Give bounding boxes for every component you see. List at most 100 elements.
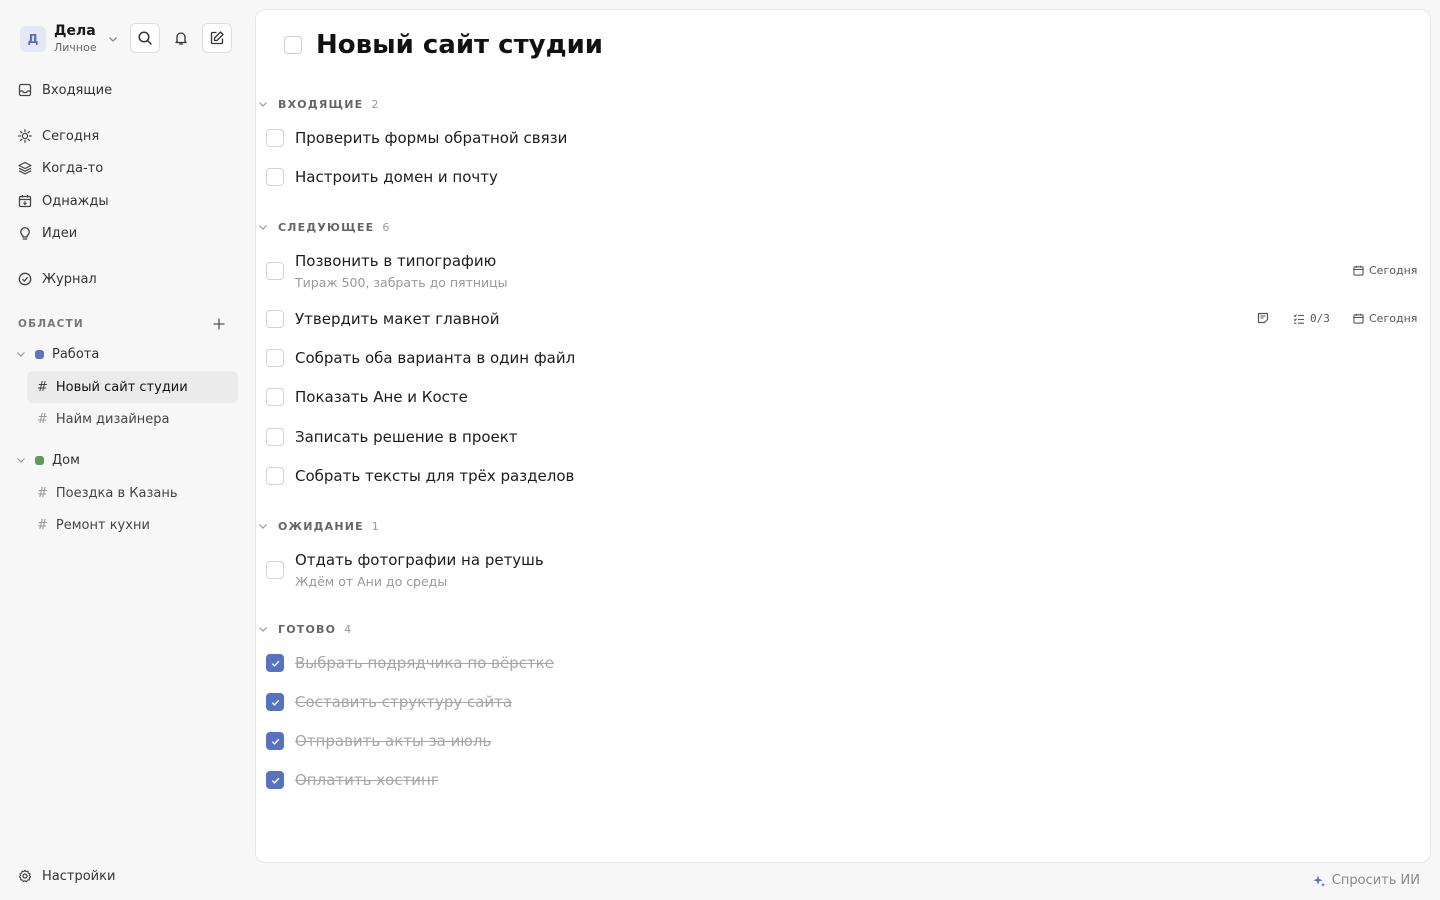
task-title: Отправить акты за июль <box>295 732 492 750</box>
area-color-dot <box>35 349 44 359</box>
nav-today[interactable]: Сегодня <box>18 125 99 147</box>
plus-icon <box>213 318 225 330</box>
hash-icon: # <box>37 517 48 533</box>
checkmark-icon <box>270 736 281 747</box>
project-new-studio-site[interactable]: # Новый сайт студии <box>27 371 238 403</box>
group-count: 6 <box>382 220 390 234</box>
task-row[interactable]: Настроить домен и почту <box>266 168 1422 187</box>
inbox-icon <box>18 82 34 98</box>
checkmark-icon <box>270 775 281 786</box>
project-kazan-trip[interactable]: # Поездка в Казань <box>27 477 238 509</box>
areas-section-label: ОБЛАСТИ <box>18 318 84 330</box>
page-title-row: Новый сайт студии <box>284 30 603 60</box>
notifications-button[interactable] <box>166 23 196 53</box>
nav-once[interactable]: Однажды <box>18 190 109 212</box>
task-checkbox[interactable] <box>266 129 284 147</box>
group-name: СЛЕДУЮЩЕЕ <box>278 220 375 234</box>
nav-settings-label: Настройки <box>42 868 116 884</box>
group-header-waiting[interactable]: ОЖИДАНИЕ 1 <box>258 518 379 534</box>
task-title: Выбрать подрядчика по вёрстке <box>295 654 554 672</box>
task-checkbox[interactable] <box>266 388 284 406</box>
due-date-badge[interactable]: Сегодня <box>1353 264 1417 277</box>
task-checkbox[interactable] <box>266 168 284 186</box>
task-title: Оплатить хостинг <box>295 771 439 789</box>
hash-icon: # <box>37 485 48 501</box>
page-title: Новый сайт студии <box>316 30 604 60</box>
chevron-down-icon <box>107 33 119 45</box>
workspace-switcher[interactable]: Д Дела Личное <box>20 24 119 53</box>
ask-ai-label: Спросить ИИ <box>1331 873 1420 888</box>
sun-icon <box>18 128 34 144</box>
nav-settings[interactable]: Настройки <box>18 865 115 887</box>
chevron-down-icon <box>16 349 28 359</box>
task-checkbox[interactable] <box>266 693 284 711</box>
group-count: 2 <box>371 97 379 111</box>
task-row[interactable]: Записать решение в проект <box>266 428 1422 447</box>
project-view: Новый сайт студии ВХОДЯЩИЕ 2 Проверить ф… <box>255 9 1431 863</box>
workspace-avatar: Д <box>20 25 46 52</box>
task-row[interactable]: Собрать тексты для трёх разделов <box>266 467 1422 486</box>
task-note: Ждём от Ани до среды <box>295 574 448 589</box>
task-checkbox[interactable] <box>266 310 284 328</box>
task-checkbox[interactable] <box>266 262 284 280</box>
task-row[interactable]: Оплатить хостинг <box>266 771 1422 790</box>
group-header-next[interactable]: СЛЕДУЮЩЕЕ 6 <box>258 219 389 235</box>
calendar-icon <box>1353 313 1364 324</box>
task-row[interactable]: Показать Ане и Косте <box>266 388 1422 407</box>
nav-today-label: Сегодня <box>42 128 100 144</box>
area-home[interactable]: Дом <box>16 450 80 470</box>
nav-once-label: Однажды <box>42 193 109 209</box>
nav-inbox[interactable]: Входящие <box>18 79 112 101</box>
project-kitchen-renovation[interactable]: # Ремонт кухни <box>27 509 238 541</box>
task-row[interactable]: Утвердить макет главной <box>266 310 1422 329</box>
task-title: Настроить домен и почту <box>295 168 498 186</box>
checkmark-icon <box>270 658 281 669</box>
task-checkbox[interactable] <box>266 732 284 750</box>
task-row[interactable]: Проверить формы обратной связи <box>266 129 1422 148</box>
group-name: ОЖИДАНИЕ <box>278 519 364 533</box>
task-title: Записать решение в проект <box>295 428 518 446</box>
nav-ideas[interactable]: Идеи <box>18 222 77 244</box>
area-work[interactable]: Работа <box>16 344 99 364</box>
project-label: Ремонт кухни <box>55 517 150 533</box>
nav-journal[interactable]: Журнал <box>18 268 97 290</box>
task-row[interactable]: Составить структуру сайта <box>266 693 1422 712</box>
ask-ai-button[interactable]: Спросить ИИ <box>1312 873 1420 888</box>
project-label: Новый сайт студии <box>55 379 188 395</box>
task-checkbox[interactable] <box>266 561 284 579</box>
due-date-badge[interactable]: Сегодня <box>1353 312 1417 325</box>
search-button[interactable] <box>130 23 160 53</box>
task-row[interactable]: Выбрать подрядчика по вёрстке <box>266 654 1422 673</box>
add-area-button[interactable] <box>211 316 227 332</box>
project-complete-checkbox[interactable] <box>284 36 302 54</box>
area-home-label: Дом <box>52 452 80 468</box>
task-checkbox[interactable] <box>266 349 284 367</box>
task-checkbox[interactable] <box>266 771 284 789</box>
new-task-button[interactable] <box>202 23 232 53</box>
task-row[interactable]: Отдать фотографии на ретушь Ждём от Ани … <box>266 551 1422 589</box>
area-work-label: Работа <box>52 346 100 362</box>
nav-journal-label: Журнал <box>42 271 97 287</box>
group-name: ВХОДЯЩИЕ <box>278 97 364 111</box>
due-date-label: Сегодня <box>1369 312 1418 325</box>
due-date-label: Сегодня <box>1369 264 1418 277</box>
task-row[interactable]: Позвонить в типографию Тираж 500, забрат… <box>266 252 1422 290</box>
task-checkbox[interactable] <box>266 467 284 485</box>
task-row[interactable]: Собрать оба варианта в один файл <box>266 349 1422 368</box>
layers-icon <box>18 160 34 176</box>
nav-someday[interactable]: Когда-то <box>18 157 103 179</box>
task-title: Собрать оба варианта в один файл <box>295 349 576 367</box>
checklist-count: 0/3 <box>1310 312 1330 325</box>
hash-icon: # <box>37 411 48 427</box>
calendar-icon <box>18 193 34 209</box>
group-count: 1 <box>371 519 379 533</box>
project-hire-designer[interactable]: # Найм дизайнера <box>27 403 238 435</box>
group-header-done[interactable]: ГОТОВО 4 <box>258 621 351 637</box>
sparkle-icon <box>1312 874 1326 888</box>
pencil-square-icon <box>209 30 225 46</box>
task-checkbox[interactable] <box>266 654 284 672</box>
task-checkbox[interactable] <box>266 428 284 446</box>
group-header-inbox[interactable]: ВХОДЯЩИЕ 2 <box>258 96 378 112</box>
task-row[interactable]: Отправить акты за июль <box>266 732 1422 751</box>
task-title: Проверить формы обратной связи <box>295 129 568 147</box>
